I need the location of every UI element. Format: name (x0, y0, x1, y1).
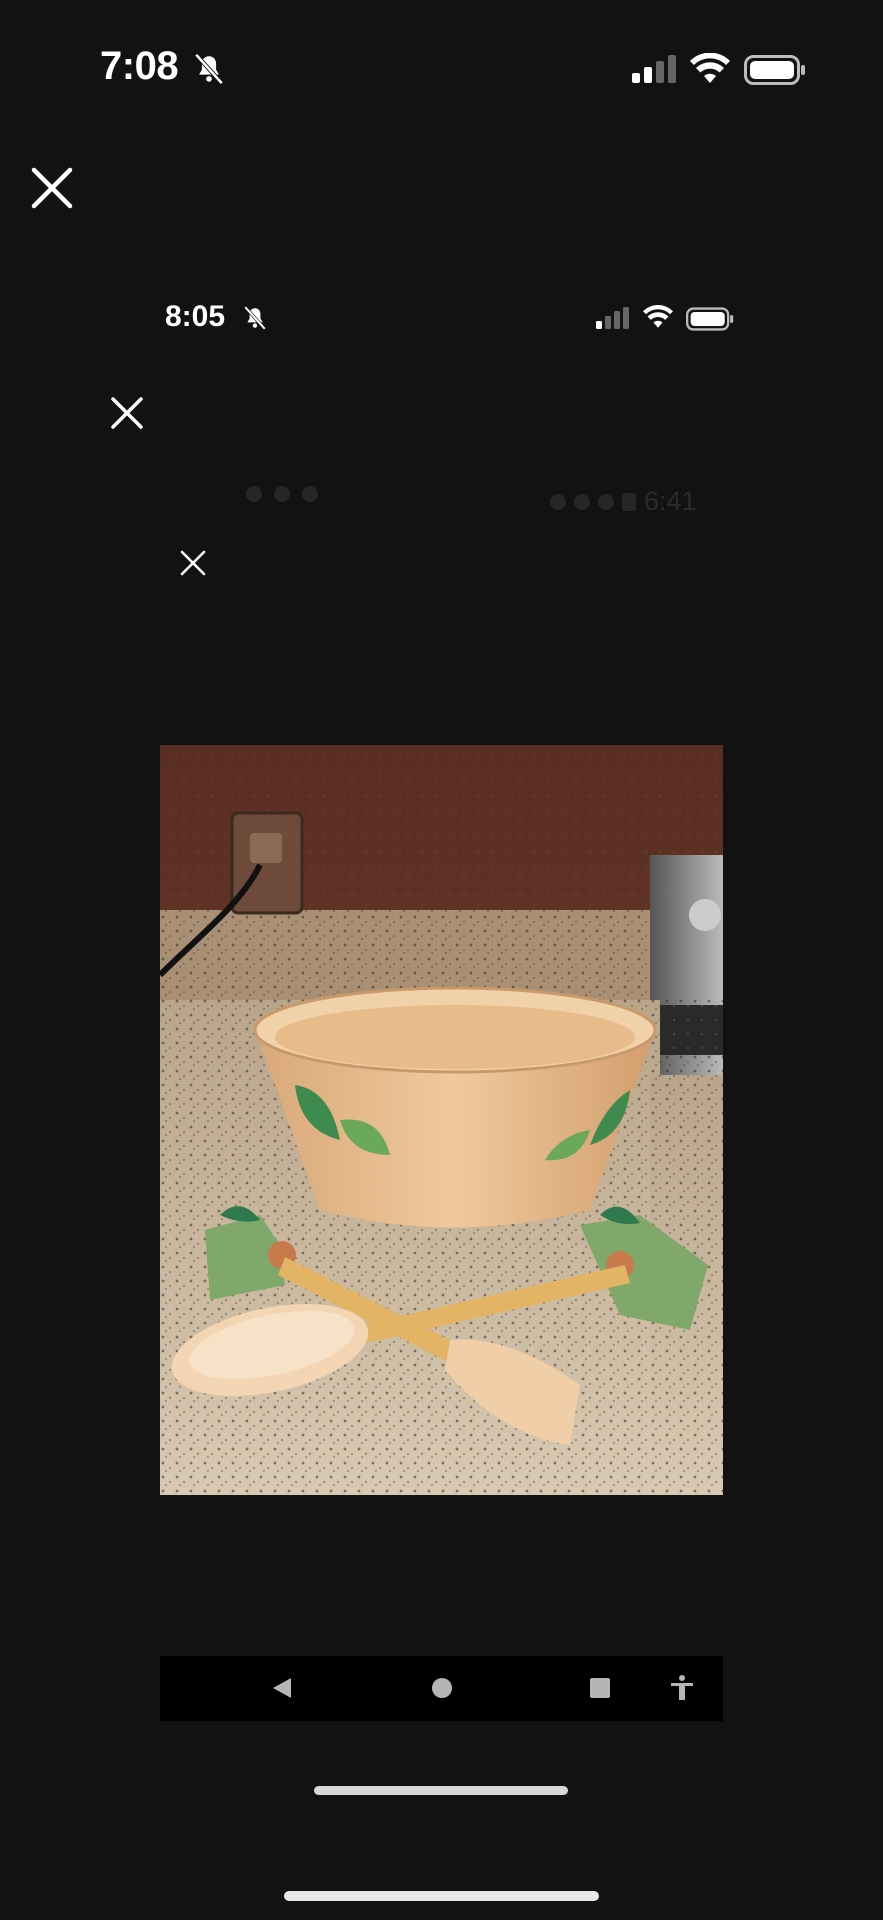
close-icon[interactable] (180, 550, 206, 576)
android-nav-bar (160, 1656, 723, 1721)
close-icon[interactable] (30, 166, 74, 210)
home-icon[interactable] (422, 1668, 462, 1708)
status-time: 7:08 (100, 44, 179, 88)
home-indicator[interactable] (284, 1891, 599, 1901)
accessibility-icon[interactable] (662, 1668, 702, 1708)
recents-icon[interactable] (580, 1668, 620, 1708)
back-icon[interactable] (262, 1668, 302, 1708)
inner-home-indicator[interactable] (314, 1786, 568, 1795)
signal-icon (596, 307, 629, 329)
faint-status-right: 6:41 (550, 486, 697, 517)
signal-icon (632, 55, 676, 83)
battery-icon (686, 307, 734, 331)
inner-status-time: 8:05 (165, 300, 226, 333)
wifi-icon (690, 53, 730, 83)
bell-slash-icon (194, 53, 224, 85)
wifi-icon (643, 305, 673, 328)
faint-status-icons (246, 486, 318, 502)
faint-status-time: 6:41 (644, 486, 697, 516)
battery-icon (744, 55, 805, 85)
product-photo (160, 745, 723, 1495)
bell-slash-icon (244, 306, 266, 330)
close-icon[interactable] (110, 396, 144, 430)
